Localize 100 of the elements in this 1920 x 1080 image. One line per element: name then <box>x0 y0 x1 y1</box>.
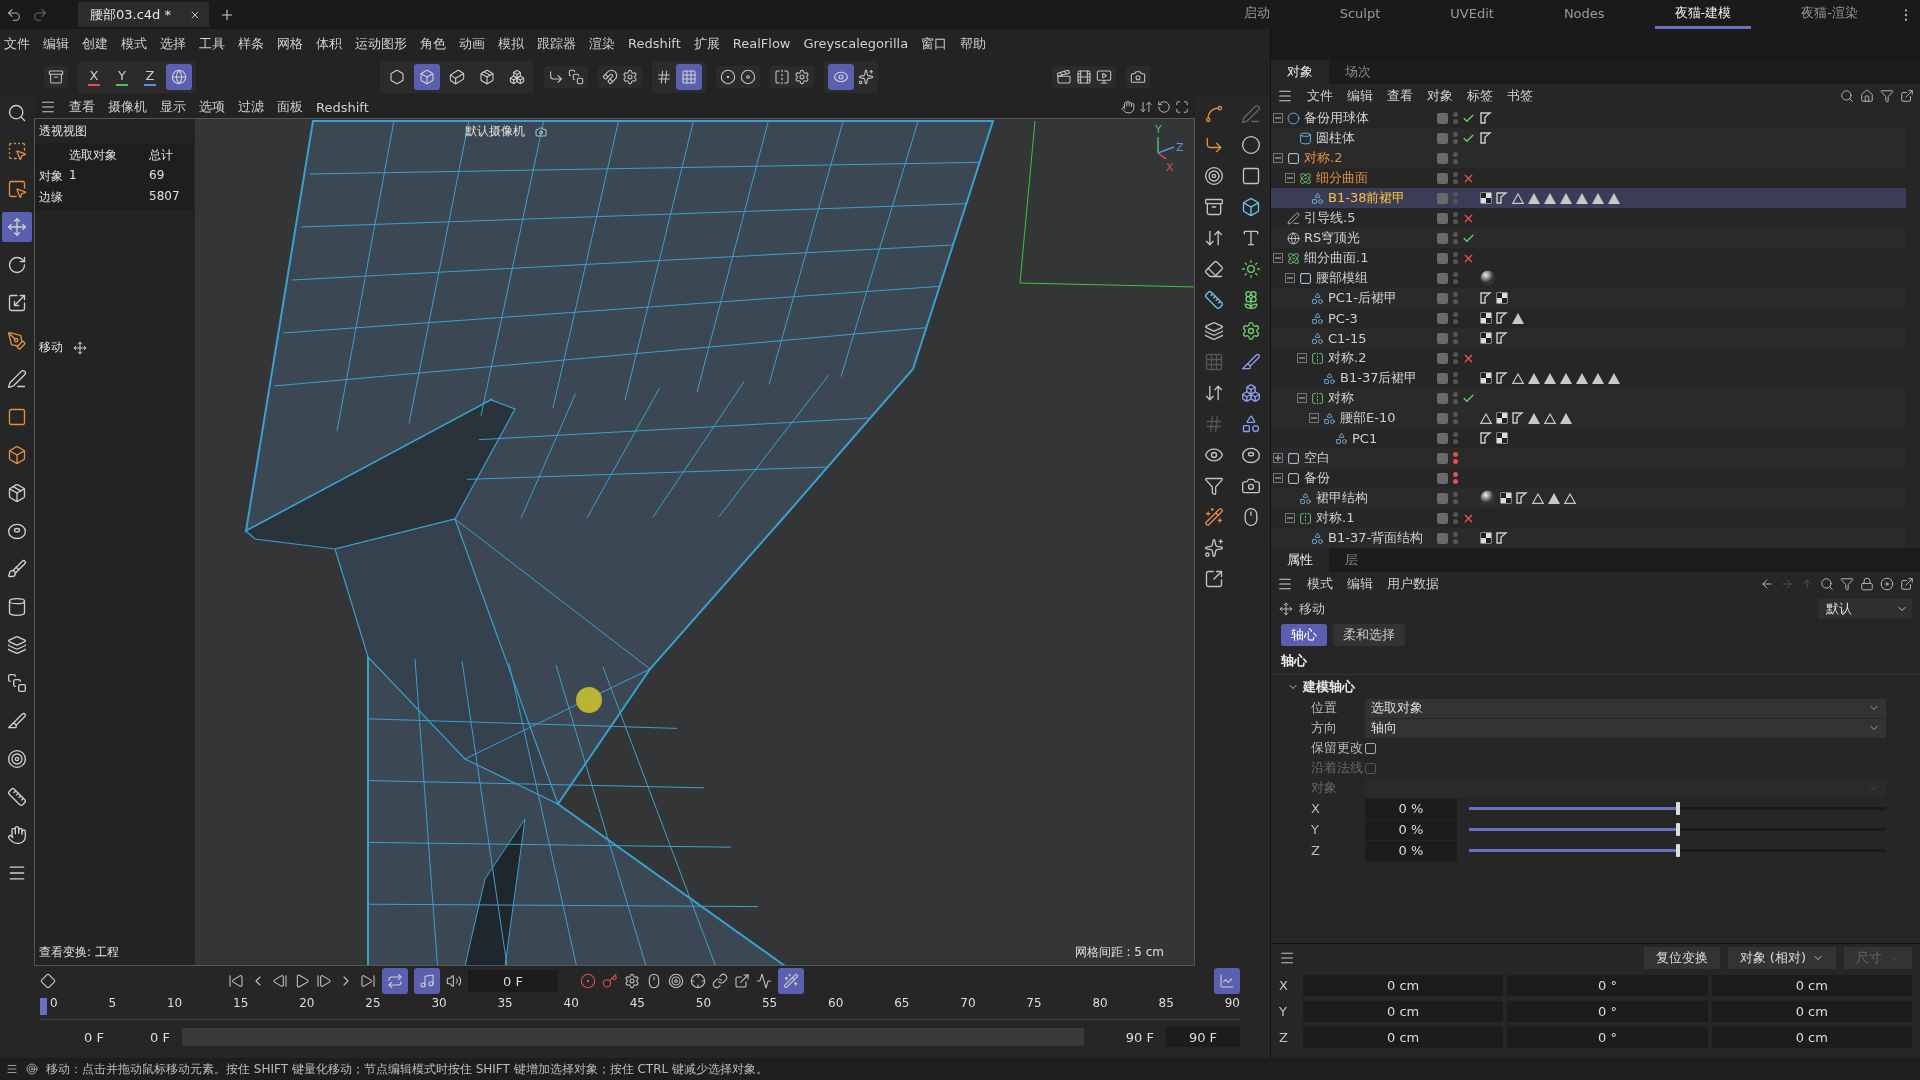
coordinate-field[interactable]: 0 cm <box>1711 974 1912 996</box>
axis-label: Z <box>1279 1029 1289 1045</box>
panel-tab[interactable]: 层 <box>1329 548 1374 572</box>
menu-item[interactable]: 窗口 <box>921 34 948 53</box>
menu-item[interactable]: 编辑 <box>43 34 69 53</box>
panel-tab[interactable]: 对象 <box>1271 60 1329 84</box>
object-row[interactable]: 空白 <box>1271 448 1906 468</box>
menu-item[interactable]: 模式 <box>121 34 147 53</box>
viewport-menu-item[interactable]: Redshift <box>316 99 369 115</box>
menu-item[interactable]: Redshift <box>628 36 681 51</box>
panel-menu-item[interactable]: 编辑 <box>1347 575 1373 593</box>
viewport[interactable]: 透视视图 选取对象 总计 对象 1 69 边缘 5807 移动 默认摄像机 Y Z X 查看变换: 工程 网格间距 : 5 cm <box>34 118 1195 966</box>
viewport-menu-item[interactable]: 过滤 <box>238 98 264 116</box>
viewport-menu-item[interactable]: 摄像机 <box>108 98 147 116</box>
axis-lock-button[interactable]: Y <box>110 64 134 90</box>
axis-label: Y <box>1279 1003 1288 1019</box>
coordinate-field[interactable]: 0 cm <box>1711 1000 1912 1022</box>
menu-item[interactable]: 帮助 <box>960 34 987 53</box>
menu-item[interactable]: 模拟 <box>498 34 524 53</box>
frame-tick-label: 50 <box>695 996 712 1012</box>
layout-tab[interactable]: Nodes <box>1543 0 1625 29</box>
menu-item[interactable]: Greyscalegorilla <box>803 36 909 51</box>
attribute-tab[interactable]: 柔和选择 <box>1333 624 1405 646</box>
coordinate-field[interactable]: 0 cm <box>1711 1026 1912 1048</box>
object-row[interactable]: 裙甲结构 <box>1271 488 1906 508</box>
layout-tab[interactable]: 启动 <box>1223 0 1290 29</box>
object-name: 对称.2 <box>1304 149 1343 167</box>
reset-transform-button[interactable]: 复位变换 <box>1643 947 1720 969</box>
menu-item[interactable]: 选择 <box>160 34 186 53</box>
coordinate-field[interactable]: 0 ° <box>1507 974 1708 996</box>
panel-menu-item[interactable]: 编辑 <box>1347 87 1373 105</box>
panel-menu-item[interactable]: 查看 <box>1387 87 1413 105</box>
viewport-menu-item[interactable]: 选项 <box>199 98 225 116</box>
object-row[interactable]: B1-37-背面结构 <box>1271 528 1906 548</box>
object-name: 引导线.5 <box>1304 209 1356 227</box>
layout-tab[interactable]: 夜猫-渲染 <box>1781 0 1878 29</box>
menu-item[interactable]: 动画 <box>459 34 485 53</box>
panel-menu-item[interactable]: 文件 <box>1307 87 1333 105</box>
preset-dropdown[interactable]: 默认 <box>1818 599 1912 619</box>
coordinate-mode-dropdown[interactable]: 对象 (相对) <box>1727 947 1836 969</box>
viewport-menu-item[interactable]: 显示 <box>160 98 186 116</box>
object-name: 备份 <box>1304 469 1330 487</box>
group-header[interactable]: 建模轴心 <box>1271 674 1920 698</box>
object-row[interactable]: 对称.2 <box>1271 148 1906 168</box>
number-field[interactable]: 0 % <box>1365 798 1457 819</box>
menu-item[interactable]: 创建 <box>82 34 108 53</box>
dropdown-field[interactable]: 选取对象 <box>1365 698 1886 718</box>
frame-ruler[interactable]: 0 5 10 15 20 25 30 35 40 45 50 55 60 65 70 75 80 85 90 <box>40 996 1240 1020</box>
panel-menu-item[interactable]: 模式 <box>1307 575 1333 593</box>
menu-item[interactable]: 文件 <box>4 34 30 53</box>
panel-menu-item[interactable]: 用户数据 <box>1387 575 1439 593</box>
viewport-menu-item[interactable]: 查看 <box>69 98 95 116</box>
frame-tick-label: 30 <box>431 996 447 1012</box>
panel-tab[interactable]: 属性 <box>1271 548 1329 572</box>
object-row[interactable]: RS穹顶光 <box>1271 228 1906 248</box>
menu-item[interactable]: 运动图形 <box>355 34 407 53</box>
menu-item[interactable]: 样条 <box>238 34 264 53</box>
panel-tab[interactable]: 场次 <box>1329 60 1387 84</box>
menu-item[interactable]: 体积 <box>316 34 342 53</box>
tool-name: 移动 <box>1299 600 1325 618</box>
object-row[interactable]: 对称 <box>1271 388 1906 408</box>
menu-item[interactable]: 工具 <box>199 34 225 53</box>
object-row[interactable]: B1-38前裙甲 <box>1271 188 1906 208</box>
number-field[interactable]: 0 % <box>1365 819 1457 840</box>
number-field[interactable]: 0 % <box>1365 840 1457 861</box>
frame-tick-label: 25 <box>365 996 381 1012</box>
coordinate-field[interactable]: 0 ° <box>1507 1000 1708 1022</box>
layout-tab[interactable]: UVEdit <box>1430 0 1514 29</box>
menu-item[interactable]: 渲染 <box>589 34 615 53</box>
layout-tab[interactable]: Sculpt <box>1319 0 1401 29</box>
coordinate-field[interactable]: 0 ° <box>1507 1026 1708 1048</box>
panel-menu-item[interactable]: 对象 <box>1427 87 1453 105</box>
menu-item[interactable]: 跟踪器 <box>537 34 576 53</box>
panel-menu-item[interactable]: 标签 <box>1467 87 1493 105</box>
preview-start-field[interactable]: 0 F <box>116 1027 176 1047</box>
coordinate-field[interactable]: 0 cm <box>1303 1026 1504 1048</box>
menu-item[interactable]: 网格 <box>277 34 303 53</box>
panel-menu-item[interactable]: 书签 <box>1507 87 1533 105</box>
dropdown-field[interactable]: 轴向 <box>1365 718 1886 738</box>
frame-tick-label: 85 <box>1158 996 1174 1012</box>
menu-item[interactable]: 角色 <box>420 34 446 53</box>
axis-lock-button[interactable]: Z <box>138 64 162 90</box>
end-frame-field[interactable]: 90 F <box>1166 1027 1240 1047</box>
menu-item[interactable]: RealFlow <box>732 36 791 51</box>
menu-item[interactable]: 扩展 <box>693 34 720 53</box>
object-row[interactable]: C1-15 <box>1271 328 1906 348</box>
axis-lock-button[interactable]: X <box>82 64 106 90</box>
file-tab[interactable]: 腰部03.c4d * <box>78 2 209 27</box>
object-row[interactable]: 腰部E-10 <box>1271 408 1906 428</box>
viewport-menu-item[interactable]: 面板 <box>277 98 303 116</box>
stats-header: 总计 <box>149 147 174 164</box>
field-label: X <box>1311 801 1321 816</box>
object-row[interactable]: 圆柱体 <box>1271 128 1906 148</box>
preview-end-field[interactable]: 90 F <box>1090 1027 1160 1047</box>
coordinate-field[interactable]: 0 cm <box>1303 1000 1504 1022</box>
attribute-tab[interactable]: 轴心 <box>1281 624 1327 646</box>
object-row[interactable]: PC1-后裙甲 <box>1271 288 1906 308</box>
current-frame-field[interactable]: 0 F <box>468 970 558 992</box>
coordinate-field[interactable]: 0 cm <box>1303 974 1504 996</box>
start-frame-field[interactable]: 0 F <box>40 1027 110 1047</box>
